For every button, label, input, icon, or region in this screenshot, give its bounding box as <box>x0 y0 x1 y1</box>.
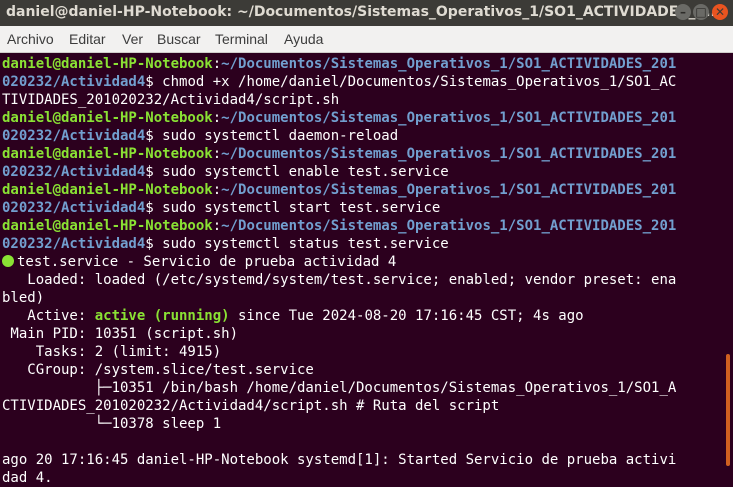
menu-editar[interactable]: Editar <box>69 31 106 47</box>
terminal-text: daniel@daniel-HP-Notebook <box>2 182 213 198</box>
terminal-text: Loaded: loaded (/etc/systemd/system/test… <box>2 272 677 288</box>
terminal-text: 020232/Actividad4 <box>2 74 146 90</box>
terminal-text: : <box>212 218 222 234</box>
terminal-text: active (running) <box>94 308 230 324</box>
terminal-text: bled) <box>2 290 45 306</box>
terminal-line: test.service - Servicio de prueba activi… <box>2 253 676 271</box>
terminal-line: bled) <box>2 289 676 307</box>
menu-buscar[interactable]: Buscar <box>157 31 201 47</box>
terminal-text: 020232/Actividad4 <box>2 200 146 216</box>
menu-bar: Archivo Editar Ver Buscar Terminal Ayuda <box>0 26 733 53</box>
terminal-text: : <box>212 110 222 126</box>
terminal-text: ~/Documentos/Sistemas_Operativos_1/SO1_A… <box>221 110 677 126</box>
terminal-line: ├─10351 /bin/bash /home/daniel/Documento… <box>2 379 677 397</box>
terminal-line: 020232/Actividad4$ sudo systemctl start … <box>2 199 676 217</box>
terminal-text: Main PID: 10351 (script.sh) <box>2 326 239 342</box>
terminal-text: Active: <box>2 308 95 324</box>
terminal-output[interactable]: daniel@daniel-HP-Notebook:~/Documentos/S… <box>0 53 733 487</box>
terminal-text: daniel@daniel-HP-Notebook <box>2 110 213 126</box>
terminal-text: ├─10351 /bin/bash /home/daniel/Documento… <box>2 380 677 396</box>
terminal-text: 020232/Actividad4 <box>2 236 146 252</box>
terminal-text: daniel@daniel-HP-Notebook <box>2 146 213 162</box>
terminal-text: 020232/Actividad4 <box>2 164 146 180</box>
terminal-line: Active: active (running) since Tue 2024-… <box>2 307 676 325</box>
terminal-text: 020232/Actividad4 <box>2 128 146 144</box>
terminal-line: daniel@daniel-HP-Notebook:~/Documentos/S… <box>2 55 676 73</box>
status-dot-icon <box>2 255 14 267</box>
terminal-text: $ sudo systemctl enable test.service <box>145 164 449 180</box>
terminal-text: $ sudo systemctl daemon-reload <box>145 128 399 144</box>
menu-ver[interactable]: Ver <box>122 31 143 47</box>
terminal-text: ago 20 17:16:45 daniel-HP-Notebook syste… <box>2 452 677 468</box>
window-title: daniel@daniel-HP-Notebook: ~/Documentos/… <box>6 4 722 20</box>
terminal-line: ago 20 17:16:45 daniel-HP-Notebook syste… <box>2 451 676 469</box>
terminal-text: └─10378 sleep 1 <box>2 416 222 432</box>
terminal-text: test.service - Servicio de prueba activi… <box>17 254 397 270</box>
terminal-text: ~/Documentos/Sistemas_Operativos_1/SO1_A… <box>221 146 677 162</box>
terminal-lines: daniel@daniel-HP-Notebook:~/Documentos/S… <box>2 55 676 487</box>
terminal-text: $ sudo systemctl status test.service <box>145 236 449 252</box>
terminal-text: CGroup: /system.slice/test.service <box>2 362 314 378</box>
terminal-text: $ sudo systemctl start test.service <box>145 200 441 216</box>
maximize-button[interactable]: □ <box>693 4 709 20</box>
terminal-line: Loaded: loaded (/etc/systemd/system/test… <box>2 271 676 289</box>
terminal-line: daniel@daniel-HP-Notebook:~/Documentos/S… <box>2 181 676 199</box>
menu-ayuda[interactable]: Ayuda <box>284 31 323 47</box>
terminal-line: 020232/Actividad4$ sudo systemctl status… <box>2 235 676 253</box>
terminal-line: CTIVIDADES_201020232/Actividad4/script.s… <box>2 397 676 415</box>
terminal-line: 020232/Actividad4$ sudo systemctl enable… <box>2 163 676 181</box>
terminal-line: Tasks: 2 (limit: 4915) <box>2 343 676 361</box>
terminal-line: └─10378 sleep 1 <box>2 415 676 433</box>
close-button[interactable]: ✕ <box>712 4 728 20</box>
menu-archivo[interactable]: Archivo <box>7 31 54 47</box>
terminal-text: ~/Documentos/Sistemas_Operativos_1/SO1_A… <box>221 218 677 234</box>
window-titlebar[interactable]: daniel@daniel-HP-Notebook: ~/Documentos/… <box>0 0 733 26</box>
terminal-text: since Tue 2024-08-20 17:16:45 CST; 4s ag… <box>229 308 584 324</box>
terminal-text: daniel@daniel-HP-Notebook <box>2 218 213 234</box>
menu-terminal[interactable]: Terminal <box>215 31 268 47</box>
terminal-line: 020232/Actividad4$ chmod +x /home/daniel… <box>2 73 676 91</box>
terminal-line: dad 4. <box>2 469 676 487</box>
terminal-text: $ chmod +x /home/daniel/Documentos/Siste… <box>145 74 677 90</box>
terminal-line: TIVIDADES_201020232/Actividad4/script.sh <box>2 91 676 109</box>
terminal-line: daniel@daniel-HP-Notebook:~/Documentos/S… <box>2 145 676 163</box>
terminal-line: daniel@daniel-HP-Notebook:~/Documentos/S… <box>2 217 676 235</box>
terminal-line: daniel@daniel-HP-Notebook:~/Documentos/S… <box>2 109 676 127</box>
terminal-line: Main PID: 10351 (script.sh) <box>2 325 676 343</box>
terminal-text: daniel@daniel-HP-Notebook <box>2 56 213 72</box>
terminal-line: CGroup: /system.slice/test.service <box>2 361 676 379</box>
terminal-text: Tasks: 2 (limit: 4915) <box>2 344 222 360</box>
terminal-text: dad 4. <box>2 470 53 486</box>
terminal-text: CTIVIDADES_201020232/Actividad4/script.s… <box>2 398 500 414</box>
terminal-text: : <box>212 56 222 72</box>
terminal-text: TIVIDADES_201020232/Actividad4/script.sh <box>2 92 340 108</box>
terminal-text: ~/Documentos/Sistemas_Operativos_1/SO1_A… <box>221 56 677 72</box>
minimize-button[interactable]: – <box>675 4 691 20</box>
scrollbar-thumb[interactable] <box>726 354 730 466</box>
terminal-text: : <box>212 182 222 198</box>
terminal-line: 020232/Actividad4$ sudo systemctl daemon… <box>2 127 676 145</box>
terminal-text: ~/Documentos/Sistemas_Operativos_1/SO1_A… <box>221 182 677 198</box>
terminal-text: : <box>212 146 222 162</box>
